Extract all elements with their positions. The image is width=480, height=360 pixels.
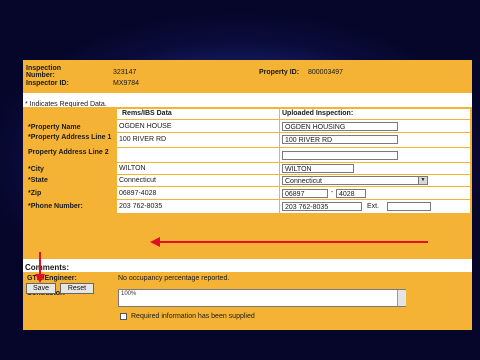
arrow-to-save bbox=[35, 252, 45, 283]
annotation-arrows bbox=[35, 237, 428, 283]
arrow-to-contractor bbox=[150, 237, 428, 247]
